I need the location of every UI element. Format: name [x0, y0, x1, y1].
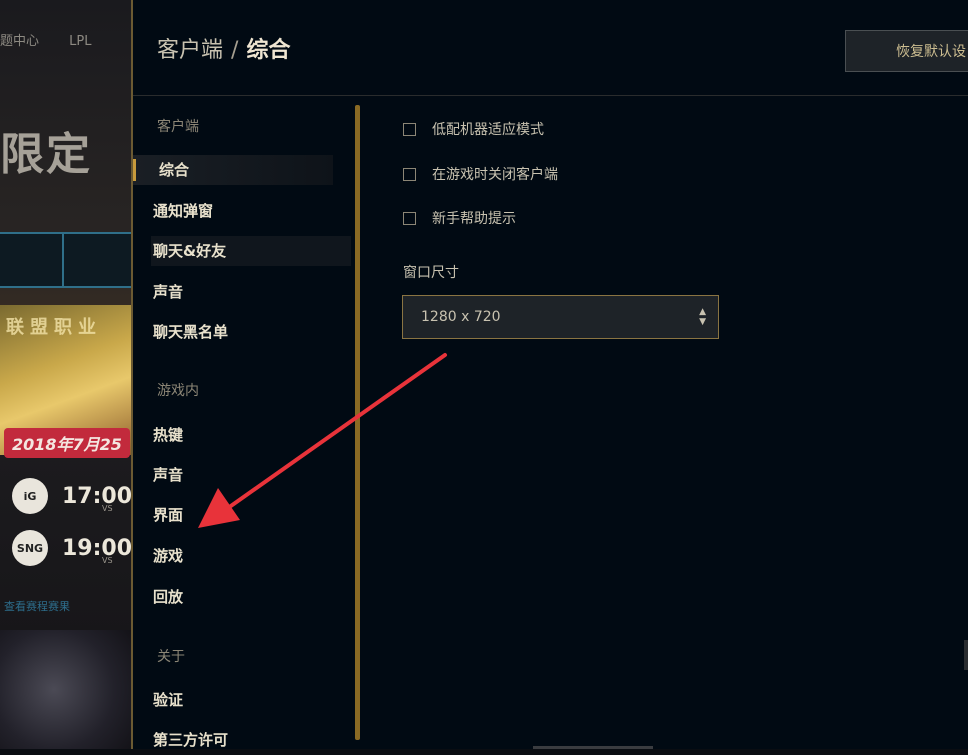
updown-chevron-icon: ▲ ▼: [699, 307, 706, 327]
sidebar-item-notifications[interactable]: 通知弹窗: [151, 196, 351, 226]
sidebar-header-client: 客户端: [157, 119, 199, 135]
champion-art: [0, 630, 135, 749]
sidebar-item-third-party[interactable]: 第三方许可: [151, 725, 351, 755]
restore-defaults-button[interactable]: 恢复默认设: [845, 30, 968, 72]
background-nav: 题中心 LPL: [0, 30, 117, 49]
match-row[interactable]: SNG 19:00 VS: [12, 526, 132, 570]
settings-modal: 客户端 / 综合 恢复默认设 客户端 综合 通知弹窗 聊天&好友 声音 聊天黑名单 …: [131, 0, 968, 749]
sidebar-item-verification[interactable]: 验证: [151, 685, 351, 715]
banner-title: 联盟职业: [6, 317, 102, 338]
breadcrumb: 客户端 / 综合: [157, 32, 290, 64]
match-row[interactable]: iG 17:00 VS: [12, 474, 132, 518]
breadcrumb-section: 客户端: [157, 38, 224, 63]
window-size-label: 窗口尺寸: [403, 265, 459, 281]
option-label: 在游戏时关闭客户端: [432, 167, 558, 183]
match-time: 17:00: [61, 483, 132, 509]
bg-nav-item[interactable]: LPL: [69, 34, 91, 49]
checkbox[interactable]: [403, 122, 416, 136]
settings-header: 客户端 / 综合 恢复默认设: [133, 0, 968, 96]
breadcrumb-separator: /: [231, 38, 239, 63]
option-label: 低配机器适应模式: [432, 122, 544, 138]
sidebar-item-chat-friends[interactable]: 聊天&好友: [151, 236, 351, 266]
edge-handle: [964, 640, 968, 670]
sidebar-scrollbar[interactable]: [355, 105, 360, 740]
settings-sidebar: 客户端 综合 通知弹窗 聊天&好友 声音 聊天黑名单 游戏内 热键 声音 界面 …: [133, 100, 353, 749]
background-tile[interactable]: [62, 232, 135, 288]
option-close-client-ingame[interactable]: 在游戏时关闭客户端: [403, 163, 558, 185]
sidebar-item-game[interactable]: 游戏: [151, 541, 351, 571]
option-low-spec-mode[interactable]: 低配机器适应模式: [403, 118, 544, 140]
checkbox[interactable]: [403, 167, 416, 181]
sidebar-item-hotkeys[interactable]: 热键: [151, 420, 351, 450]
background-tile[interactable]: [0, 232, 64, 288]
match-vs: VS: [102, 504, 113, 513]
sidebar-header-about: 关于: [157, 649, 185, 665]
checkbox[interactable]: [403, 211, 416, 225]
match-vs: VS: [102, 556, 113, 565]
sidebar-item-replays[interactable]: 回放: [151, 582, 351, 612]
match-time: 19:00: [61, 535, 132, 561]
background-promo-text: 限定: [0, 129, 92, 180]
team-logo: iG: [12, 478, 48, 514]
sidebar-item-ingame-sound[interactable]: 声音: [151, 460, 351, 490]
date-badge: 2018年7月25: [4, 428, 130, 458]
window-size-select[interactable]: 1280 x 720 ▲ ▼: [402, 295, 719, 339]
background-client: 题中心 LPL 限定 联盟职业 2018年7月25 iG 17:00 VS SN…: [0, 0, 135, 749]
option-tutorial-tips[interactable]: 新手帮助提示: [403, 207, 516, 229]
sidebar-item-chat-blacklist[interactable]: 聊天黑名单: [151, 317, 351, 347]
sidebar-item-interface[interactable]: 界面: [151, 500, 351, 530]
sidebar-header-ingame: 游戏内: [157, 383, 199, 399]
window-size-value: 1280 x 720: [421, 309, 501, 325]
team-logo: SNG: [12, 530, 48, 566]
sidebar-item-client-sound[interactable]: 声音: [151, 277, 351, 307]
breadcrumb-current: 综合: [246, 38, 291, 63]
option-label: 新手帮助提示: [432, 211, 516, 227]
bg-nav-item[interactable]: 题中心: [0, 34, 39, 49]
schedule-link[interactable]: 查看赛程赛果: [4, 598, 70, 614]
sidebar-item-general[interactable]: 综合: [133, 155, 333, 185]
